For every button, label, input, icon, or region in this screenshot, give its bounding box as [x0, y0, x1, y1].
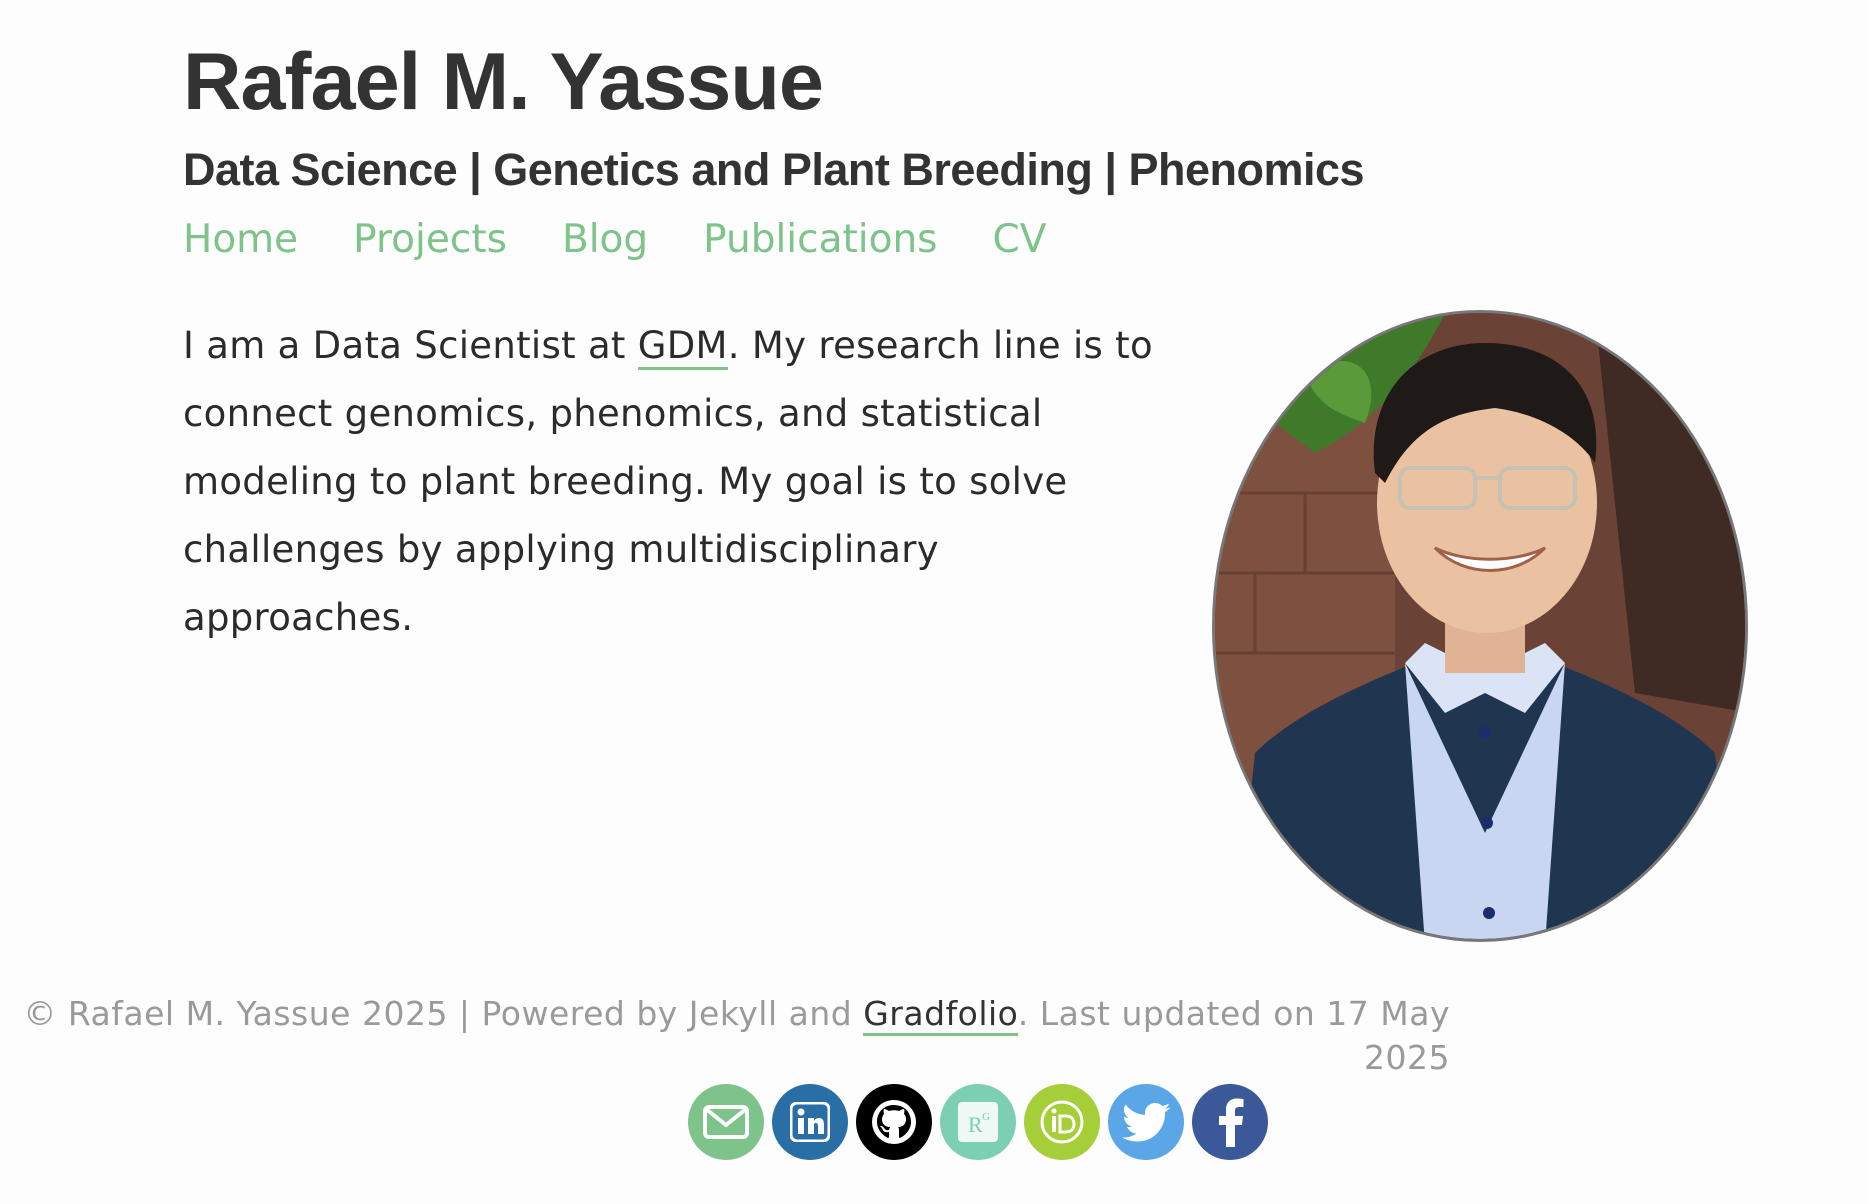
email-icon[interactable] — [688, 1084, 764, 1160]
researchgate-icon[interactable]: RG — [940, 1084, 1016, 1160]
twitter-icon[interactable] — [1108, 1084, 1184, 1160]
nav-blog[interactable]: Blog — [562, 216, 648, 264]
bio-text: I am a Data Scientist at GDM. My researc… — [183, 312, 1153, 652]
nav-cv[interactable]: CV — [993, 216, 1047, 264]
gradfolio-link[interactable]: Gradfolio — [863, 994, 1018, 1036]
nav-home[interactable]: Home — [183, 216, 298, 264]
footer-suffix: . Last updated on 17 May 2025 — [1017, 994, 1450, 1077]
nav-publications[interactable]: Publications — [703, 216, 937, 264]
svg-text:R: R — [968, 1112, 983, 1137]
facebook-icon[interactable] — [1192, 1084, 1268, 1160]
site-title[interactable]: Rafael M. Yassue — [183, 34, 1723, 130]
site-subtitle: Data Science | Genetics and Plant Breedi… — [183, 144, 1365, 195]
footer-text: © Rafael M. Yassue 2025 | Powered by Jek… — [0, 992, 1450, 1080]
profile-photo — [1212, 310, 1748, 942]
github-icon[interactable] — [856, 1084, 932, 1160]
orcid-icon[interactable] — [1024, 1084, 1100, 1160]
profile-photo-illustration — [1215, 313, 1745, 939]
bio-suffix: . My research line is to connect genomic… — [183, 324, 1153, 639]
nav-projects[interactable]: Projects — [353, 216, 507, 264]
gdm-link[interactable]: GDM — [637, 324, 728, 370]
svg-text:G: G — [982, 1111, 990, 1123]
header: Rafael M. Yassue Data Science | Genetics… — [183, 34, 1723, 264]
footer-prefix: © Rafael M. Yassue 2025 | Powered by Jek… — [23, 994, 864, 1033]
social-links: RG — [688, 1084, 1268, 1160]
linkedin-icon[interactable] — [772, 1084, 848, 1160]
bio-prefix: I am a Data Scientist at — [183, 324, 638, 367]
main-nav: Home Projects Blog Publications CV — [183, 216, 1723, 264]
